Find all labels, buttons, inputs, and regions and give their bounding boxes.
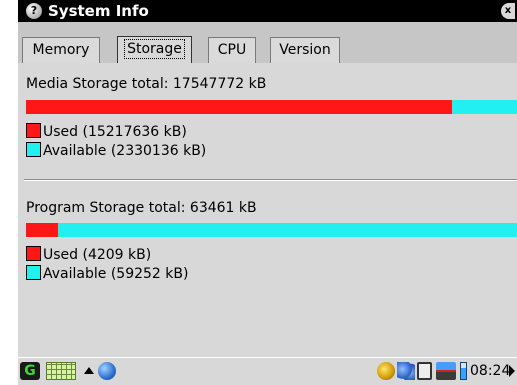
battery-icon[interactable] bbox=[460, 362, 467, 380]
available-swatch bbox=[26, 265, 41, 280]
right-arrow-icon[interactable] bbox=[509, 365, 515, 377]
network-icon[interactable] bbox=[436, 362, 456, 380]
browser-icon[interactable] bbox=[98, 362, 116, 380]
window-title: System Info bbox=[48, 2, 149, 20]
media-used-fill bbox=[26, 100, 452, 114]
program-used-legend: Used (4209 kB) bbox=[26, 246, 151, 264]
clipboard-icon[interactable] bbox=[417, 362, 432, 380]
program-storage-bar bbox=[26, 223, 517, 237]
taskbar: G 08:24 bbox=[18, 357, 517, 385]
up-arrow-icon[interactable] bbox=[84, 367, 94, 374]
media-available-legend: Available (2330136 kB) bbox=[26, 142, 206, 160]
close-icon[interactable]: x bbox=[501, 3, 515, 19]
section-divider bbox=[24, 179, 517, 181]
available-swatch bbox=[26, 142, 41, 157]
used-swatch bbox=[26, 123, 41, 138]
tab-strip: Memory Storage CPU Version bbox=[18, 22, 517, 63]
tab-storage-label: Storage bbox=[124, 39, 185, 59]
program-storage-title: Program Storage total: 63461 kB bbox=[26, 200, 257, 216]
program-used-label: Used (4209 kB) bbox=[43, 247, 152, 263]
tab-cpu[interactable]: CPU bbox=[208, 37, 256, 63]
used-swatch bbox=[26, 246, 41, 261]
help-icon[interactable]: ? bbox=[26, 3, 42, 19]
media-available-label: Available (2330136 kB) bbox=[43, 143, 207, 159]
tab-storage[interactable]: Storage bbox=[117, 36, 192, 63]
start-menu-icon[interactable]: G bbox=[20, 362, 40, 380]
program-used-fill bbox=[26, 223, 58, 237]
media-used-label: Used (15217636 kB) bbox=[43, 124, 187, 140]
program-available-legend: Available (59252 kB) bbox=[26, 265, 188, 283]
keyboard-icon[interactable] bbox=[46, 362, 76, 380]
clock[interactable]: 08:24 bbox=[470, 363, 510, 379]
tab-memory[interactable]: Memory bbox=[22, 37, 100, 63]
media-storage-title: Media Storage total: 17547772 kB bbox=[26, 76, 267, 92]
media-storage-bar bbox=[26, 100, 517, 114]
tab-version[interactable]: Version bbox=[270, 37, 340, 63]
storage-panel: Media Storage total: 17547772 kB Used (1… bbox=[18, 63, 517, 357]
contacts-icon[interactable] bbox=[397, 362, 415, 380]
program-available-label: Available (59252 kB) bbox=[43, 266, 189, 282]
media-used-legend: Used (15217636 kB) bbox=[26, 123, 187, 141]
globe-icon[interactable] bbox=[377, 362, 395, 380]
title-bar: ? System Info x bbox=[18, 0, 517, 22]
